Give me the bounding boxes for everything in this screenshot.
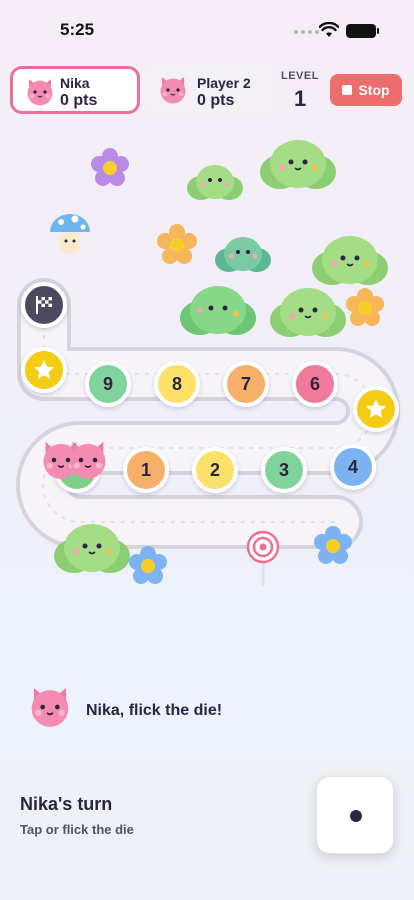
turn-bar: Nika's turn Tap or flick the die: [0, 762, 414, 900]
board-tile: 3: [261, 447, 307, 493]
board-tile: 1: [123, 447, 169, 493]
player-score: 0 pts: [197, 92, 235, 109]
battery-icon: [346, 24, 379, 38]
board-tile: 6: [292, 361, 338, 407]
message-text: Nika, flick the die!: [86, 702, 223, 719]
flower-icon: [157, 224, 197, 264]
game-header: Nika 0 pts Player 2 0 pts LEVEL 1 Stop: [0, 58, 414, 124]
bush-icon: [312, 236, 388, 285]
star-icon: [34, 360, 54, 379]
star-icon: [366, 399, 386, 418]
finish-flag-icon: [36, 296, 52, 314]
bush-icon: [270, 288, 346, 337]
board-tile: 4: [330, 444, 376, 490]
finish-tile: [21, 282, 67, 328]
level-value: 1: [294, 86, 307, 111]
stop-label: Stop: [358, 82, 390, 98]
flower-icon: [91, 148, 129, 186]
bush-icon: [260, 140, 336, 189]
flower-icon: [346, 288, 384, 326]
star-tile: [353, 386, 399, 432]
bush-icon: [215, 237, 271, 272]
die-button[interactable]: [316, 776, 394, 854]
player-card-1: Nika 0 pts: [10, 66, 140, 114]
die-pip: [350, 810, 362, 822]
mushroom-icon: [50, 214, 90, 254]
signal-icon: [294, 30, 319, 34]
bush-icon: [54, 524, 130, 573]
board-tile: 7: [223, 361, 269, 407]
board-tile: 8: [154, 361, 200, 407]
stop-icon: [342, 85, 353, 95]
player-name: Nika: [60, 75, 90, 91]
board-tile: 2: [192, 447, 238, 493]
flower-icon: [129, 546, 167, 584]
game-board: 9 8 7 6 4 3 2 1: [0, 124, 414, 764]
cat-avatar-icon: [160, 77, 186, 104]
status-time: 5:25: [60, 20, 95, 39]
flower-icon: [314, 526, 352, 564]
player-name: Player 2: [197, 75, 251, 91]
wifi-icon: [319, 22, 339, 37]
stop-button[interactable]: Stop: [330, 74, 402, 106]
lollipop-icon: [246, 530, 280, 586]
level-label: LEVEL: [281, 70, 319, 82]
cat-avatar-icon: [27, 79, 53, 106]
star-tile: [21, 347, 67, 393]
turn-title: Nika's turn: [20, 794, 113, 814]
player-piece-icon[interactable]: [67, 440, 109, 480]
player-card-2: Player 2 0 pts: [147, 66, 274, 114]
turn-message: Nika, flick the die!: [0, 680, 414, 740]
bush-icon: [187, 165, 243, 200]
cat-avatar-icon: [31, 687, 69, 727]
board-tile: 9: [85, 361, 131, 407]
status-bar: 5:25: [0, 0, 414, 60]
player-score: 0 pts: [60, 92, 98, 109]
bush-icon: [180, 286, 256, 335]
turn-hint: Tap or flick the die: [20, 822, 134, 837]
